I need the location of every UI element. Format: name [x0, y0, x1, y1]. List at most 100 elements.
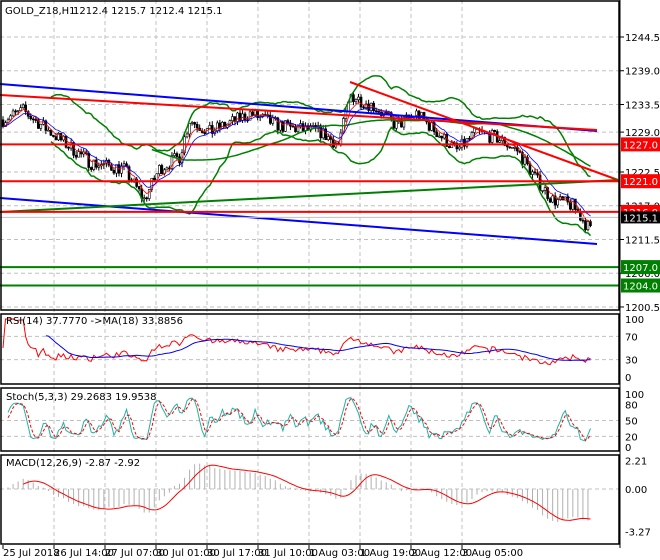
candle-body [513, 147, 517, 149]
candle-body [581, 219, 585, 222]
candle-body [584, 220, 587, 231]
candle-body [49, 129, 53, 136]
candle-body [331, 139, 335, 148]
candle-body [440, 135, 444, 139]
candle-body [473, 128, 476, 133]
candle-body [112, 170, 116, 174]
y-tick-label: 1244.5 [625, 33, 660, 44]
candle-body [231, 116, 234, 121]
macd-tick-label: 2.21 [625, 456, 647, 467]
symbol-title: GOLD_Z18,H1 [5, 6, 76, 17]
trading-chart[interactable]: 25 Jul 2018 26 Jul 14:00 27 Jul 07:00 30 Ju… [0, 0, 660, 560]
candle-body [47, 129, 50, 132]
candle-body [152, 177, 156, 181]
blue-trendline-lower [0, 197, 598, 245]
candle-body [447, 146, 451, 148]
rsi-title: RSI(14) 37.7770 ->MA(18) 33.8856 [6, 316, 183, 327]
candle-body [34, 119, 38, 121]
candle-body [541, 190, 544, 192]
candle-body [115, 164, 118, 174]
candle-body [243, 113, 247, 121]
candle-body [369, 102, 373, 111]
candle-body [173, 153, 176, 156]
macd-signal-line [22, 464, 591, 521]
candle-body [395, 121, 398, 129]
candle-body [193, 122, 196, 125]
candle-body [362, 106, 365, 109]
candle-body [531, 171, 534, 175]
level-tag-label: 1204.0 [623, 282, 658, 293]
macd-tick-label: 0.00 [625, 485, 647, 496]
candle-body [221, 121, 224, 129]
candle-body [137, 186, 141, 190]
y-tick-label: 1200.5 [625, 303, 660, 314]
candle-body [268, 114, 272, 124]
candle-body [437, 135, 441, 138]
candle-body [291, 125, 295, 128]
candle-body [203, 132, 207, 134]
candle-body [508, 146, 512, 149]
candle-body [216, 122, 219, 132]
x-tick-label: 25 Jul 2018 [3, 548, 60, 559]
candle-body [533, 171, 537, 174]
candle-body [31, 118, 35, 121]
candle-body [354, 99, 358, 102]
candle-body [21, 104, 25, 108]
candle-body [367, 103, 370, 111]
candle-body [97, 165, 101, 168]
candle-body [556, 199, 560, 206]
chart-canvas[interactable]: 25 Jul 201826 Jul 14:0027 Jul 07:0030 Ju… [0, 0, 660, 560]
candle-body [569, 201, 572, 210]
candle-body [158, 165, 161, 175]
candle-body [493, 129, 496, 132]
candle-body [74, 154, 78, 158]
candle-body [458, 146, 461, 150]
candle-body [67, 146, 70, 149]
stoch-signal-line [7, 397, 591, 441]
candle-body [16, 110, 20, 112]
rsi-tick-label: 30 [625, 356, 638, 367]
candle-body [19, 107, 22, 111]
candle-body [523, 157, 527, 165]
candle-body [579, 211, 582, 221]
ohlc-readout: 1212.4 1215.7 1212.4 1215.1 [73, 6, 223, 17]
level-tag-label: 1221.0 [623, 177, 658, 188]
candle-body [9, 115, 12, 121]
candle-body [251, 111, 254, 116]
candle-body [100, 164, 103, 167]
candle-body [208, 125, 212, 129]
candle-body [427, 121, 431, 131]
candle-body [490, 129, 494, 143]
candle-body [543, 187, 547, 191]
candle-body [435, 131, 438, 138]
rsi-tick-label: 0 [625, 373, 631, 384]
candle-body [468, 137, 471, 140]
panel-border-0 [0, 0, 620, 311]
y-tick-label: 1211.5 [625, 235, 660, 246]
stoch-tick-label: 80 [625, 401, 638, 412]
candle-body [165, 167, 169, 171]
candle-body [271, 117, 275, 124]
rsi-tick-label: 100 [625, 315, 644, 326]
candle-body [589, 221, 592, 226]
candle-body [52, 134, 55, 137]
candle-body [89, 167, 93, 170]
candle-body [352, 94, 355, 102]
y-tick-label: 1239.0 [625, 67, 660, 78]
candle-body [236, 112, 239, 122]
level-tag-label: 1227.0 [623, 140, 658, 151]
candle-body [59, 133, 63, 141]
x-tick-label: 3 Aug 05:00 [462, 548, 523, 559]
candle-body [175, 153, 179, 158]
candle-body [195, 123, 199, 129]
candle-body [326, 136, 330, 140]
candle-body [548, 198, 552, 203]
stoch-tick-label: 100 [625, 390, 644, 401]
candle-body [54, 136, 58, 141]
candle-body [511, 147, 514, 149]
candle-body [586, 221, 590, 231]
candle-body [1, 119, 5, 127]
stoch-tick-label: 50 [625, 417, 638, 428]
ema-fast [2, 101, 591, 223]
candle-body [64, 135, 68, 148]
